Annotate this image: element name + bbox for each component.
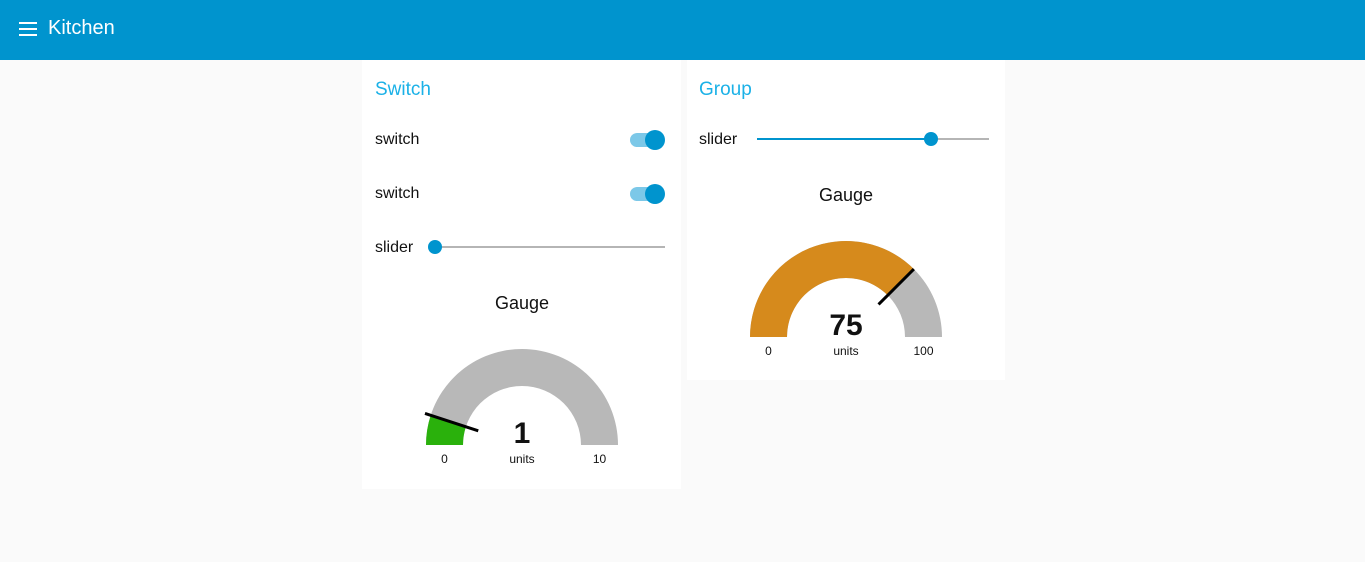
gauge-value: 75: [829, 309, 862, 342]
gauge-units: units: [833, 344, 858, 358]
gauge-min-label: 0: [765, 344, 772, 358]
gauge-widget: 75 units 0 100: [750, 240, 942, 358]
gauge-max-label: 100: [913, 344, 933, 358]
